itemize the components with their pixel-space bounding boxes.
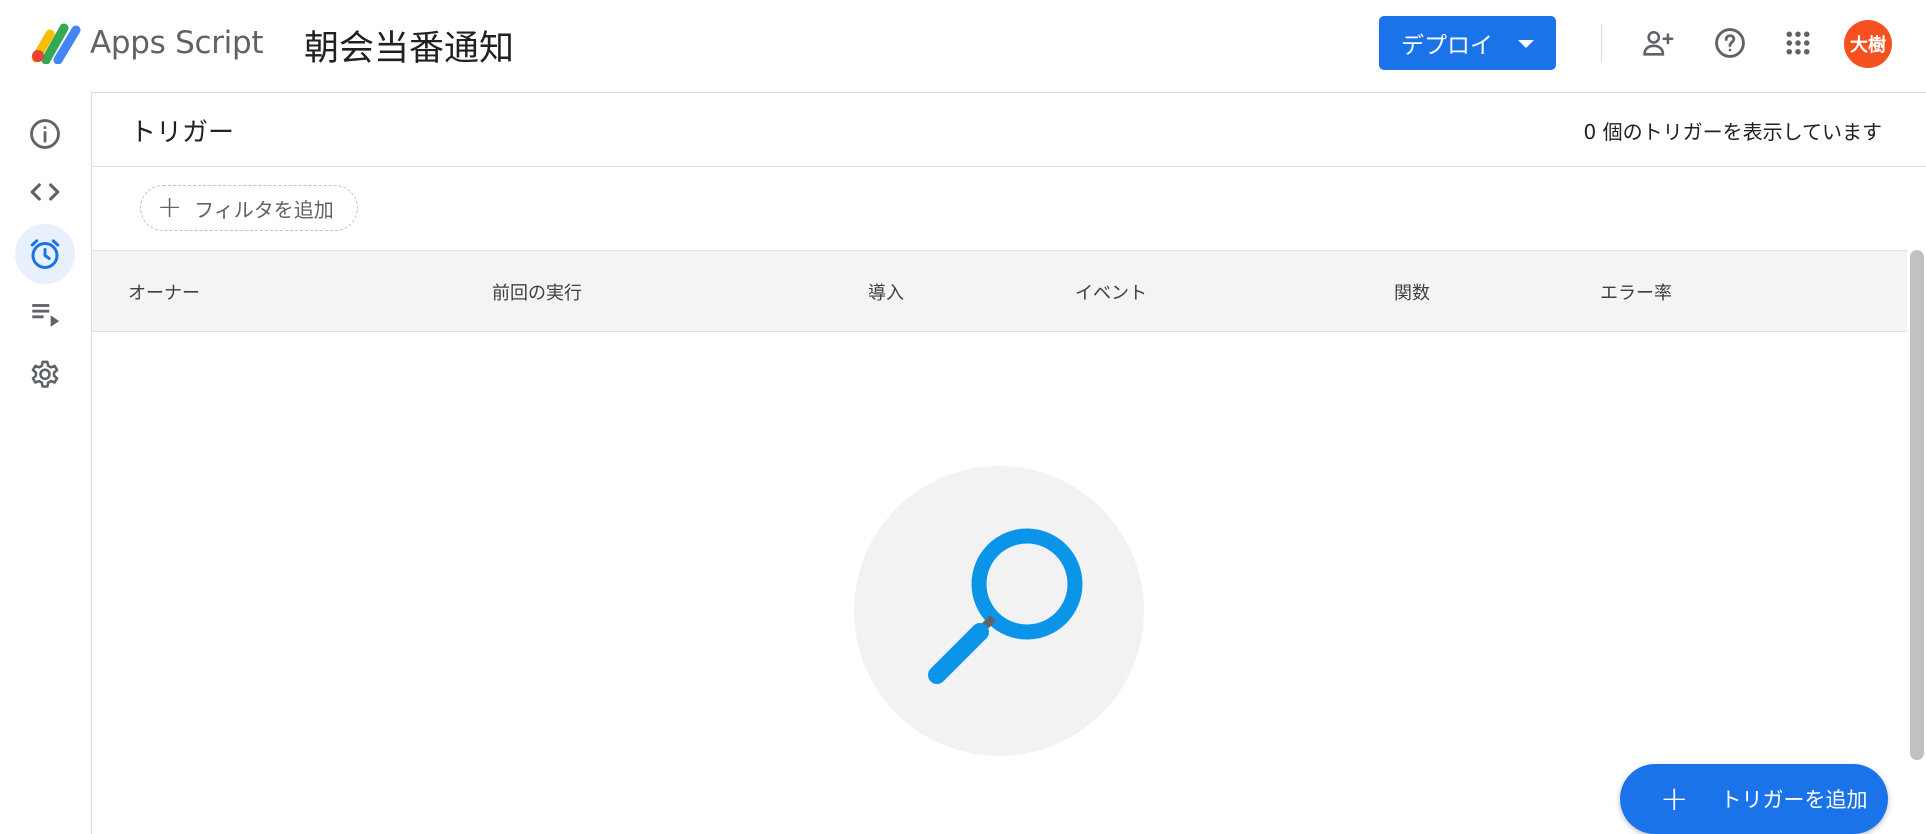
column-header-deployment[interactable]: 導入 xyxy=(868,279,904,305)
app-header: Apps Script 朝会当番通知 デプロイ 大樹 xyxy=(0,0,1926,93)
playlist-play-icon xyxy=(32,304,60,327)
plus-icon: + xyxy=(1660,779,1689,819)
nav-triggers[interactable] xyxy=(15,224,75,284)
column-header-event[interactable]: イベント xyxy=(1075,279,1147,305)
apps-script-logo[interactable] xyxy=(30,20,82,64)
info-icon xyxy=(30,119,60,149)
nav-editor[interactable] xyxy=(15,162,75,222)
empty-state-illustration xyxy=(854,466,1144,756)
gear-icon xyxy=(31,360,59,388)
project-title[interactable]: 朝会当番通知 xyxy=(304,20,514,71)
nav-overview[interactable] xyxy=(15,104,75,164)
add-filter-label: フィルタを追加 xyxy=(194,197,334,222)
magnifier-icon xyxy=(928,528,1083,684)
nav-settings[interactable] xyxy=(15,344,75,404)
add-trigger-button[interactable]: + トリガーを追加 xyxy=(1620,764,1888,834)
header-divider xyxy=(1601,24,1602,62)
help-button[interactable] xyxy=(1710,23,1750,63)
vertical-scrollbar[interactable] xyxy=(1910,250,1924,760)
caret-down-icon xyxy=(1518,40,1534,48)
apps-button[interactable] xyxy=(1778,23,1818,63)
add-person-icon xyxy=(1643,30,1674,56)
column-header-error-rate[interactable]: エラー率 xyxy=(1600,279,1672,305)
help-icon xyxy=(1715,28,1745,58)
left-nav-rail xyxy=(0,92,92,834)
column-header-function[interactable]: 関数 xyxy=(1394,279,1430,305)
column-header-last-run[interactable]: 前回の実行 xyxy=(492,279,582,305)
page-title: トリガー xyxy=(130,118,235,148)
apps-grid-icon xyxy=(1786,31,1810,55)
divider xyxy=(92,166,1926,167)
share-button[interactable] xyxy=(1638,23,1678,63)
nav-executions[interactable] xyxy=(15,284,75,344)
add-filter-chip[interactable]: + フィルタを追加 xyxy=(140,185,358,231)
trigger-count-text: 0 個のトリガーを表示しています xyxy=(1583,120,1882,144)
brand-name: Apps Script xyxy=(90,25,264,61)
deploy-button-label: デプロイ xyxy=(1401,33,1493,59)
main-content: トリガー 0 個のトリガーを表示しています + フィルタを追加 オーナー 前回の… xyxy=(92,92,1926,834)
plus-icon: + xyxy=(157,190,183,225)
avatar[interactable]: 大樹 xyxy=(1844,20,1892,68)
deploy-button[interactable]: デプロイ xyxy=(1379,16,1556,70)
code-icon xyxy=(30,183,60,201)
add-trigger-label: トリガーを追加 xyxy=(1720,788,1868,812)
alarm-icon xyxy=(30,239,60,269)
table-header: オーナー 前回の実行 導入 イベント 関数 エラー率 xyxy=(92,250,1907,332)
column-header-owner[interactable]: オーナー xyxy=(128,279,200,305)
